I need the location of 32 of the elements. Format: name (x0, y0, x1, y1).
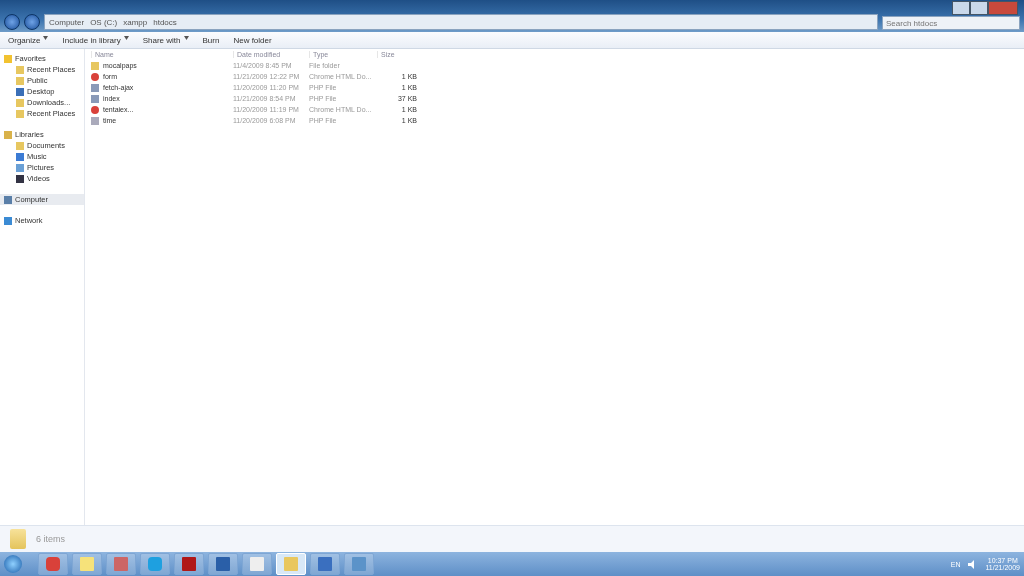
taskbar-app[interactable] (72, 553, 102, 575)
minimize-button[interactable] (952, 1, 970, 15)
breadcrumb[interactable]: OS (C:) (90, 17, 118, 27)
back-button[interactable] (4, 14, 20, 30)
breadcrumb[interactable]: Computer (49, 17, 85, 27)
caret-icon (183, 35, 189, 40)
caret-icon (123, 35, 129, 40)
breadcrumb[interactable]: xampp (123, 17, 148, 27)
taskbar-app[interactable] (344, 553, 374, 575)
item-count: 6 items (36, 534, 65, 544)
taskbar-app[interactable] (140, 553, 170, 575)
forward-button[interactable] (24, 14, 40, 30)
start-button[interactable] (4, 555, 22, 573)
folder-file-icon (91, 61, 99, 70)
taskbar-app[interactable] (106, 553, 136, 575)
toolbar-button[interactable]: Share with (142, 35, 189, 45)
search-field[interactable]: Search htdocs (882, 16, 1020, 30)
taskbar-app[interactable] (38, 553, 68, 575)
toolbar-button[interactable]: Organize (8, 35, 49, 45)
taskbar-app[interactable] (174, 553, 204, 575)
breadcrumb[interactable]: htdocs (153, 17, 177, 27)
folder-icon (16, 141, 24, 150)
taskbar-app[interactable] (242, 553, 272, 575)
maximize-button[interactable] (970, 1, 988, 15)
toolbar-button[interactable]: Burn (202, 35, 220, 45)
taskbar-app[interactable] (208, 553, 238, 575)
caret-icon (43, 35, 49, 40)
folder-icon (10, 529, 26, 549)
address-bar[interactable]: Computer OS (C:) xampp htdocs (44, 14, 878, 30)
toolbar-button[interactable]: Include in library (62, 35, 129, 45)
toolbar-button[interactable]: New folder (233, 35, 272, 45)
taskbar-app[interactable] (310, 553, 340, 575)
